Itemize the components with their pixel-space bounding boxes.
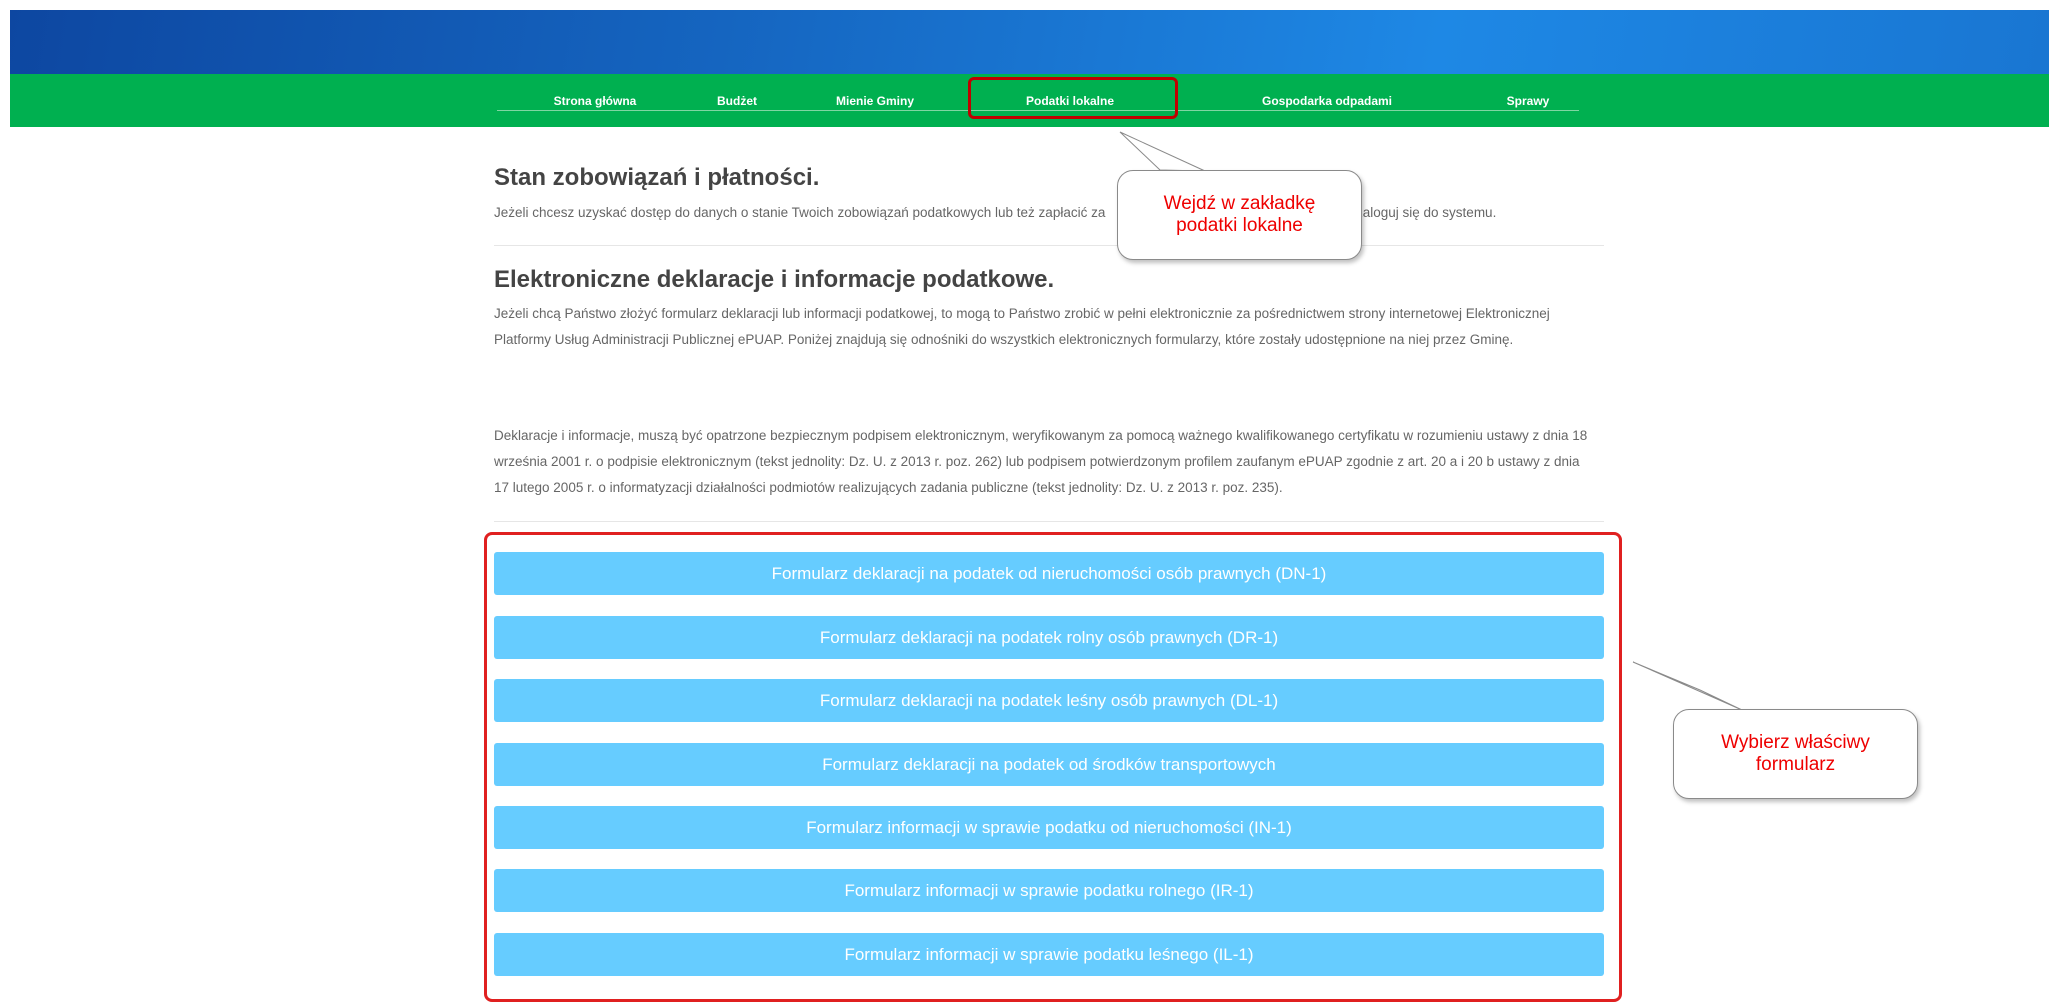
callout-tab-line1: Wejdź w zakładkę: [1163, 193, 1316, 214]
callout-tab-line2: podatki lokalne: [1176, 215, 1303, 236]
callout-tab-pointer: [1119, 131, 1743, 711]
callout-form-hint: Wybierz właściwy formularz: [1673, 709, 1918, 799]
callout-form-line1: Wybierz właściwy: [1721, 732, 1870, 753]
callout-tab-hint: Wejdź w zakładkę podatki lokalne: [1117, 170, 1362, 260]
callout-form-line2: formularz: [1755, 754, 1836, 775]
